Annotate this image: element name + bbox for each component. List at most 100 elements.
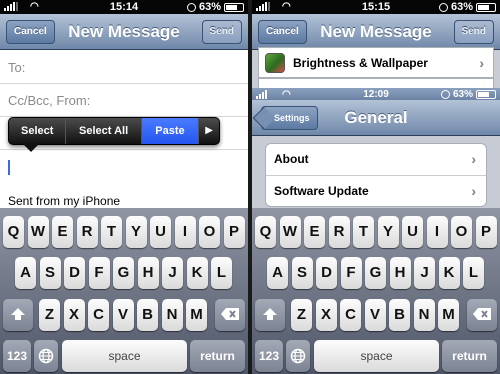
key-u[interactable]: U bbox=[150, 216, 171, 248]
battery-icon bbox=[224, 2, 244, 12]
key-j[interactable]: J bbox=[414, 257, 435, 289]
key-k[interactable]: K bbox=[186, 257, 208, 289]
key-a[interactable]: A bbox=[15, 257, 36, 289]
globe-icon bbox=[290, 348, 306, 367]
general-title: General bbox=[344, 108, 408, 127]
key-r[interactable]: R bbox=[328, 216, 350, 248]
delete-key[interactable] bbox=[215, 299, 245, 331]
brightness-wallpaper-icon bbox=[265, 52, 285, 73]
key-d[interactable]: D bbox=[64, 257, 85, 289]
key-j[interactable]: J bbox=[162, 257, 183, 289]
key-y[interactable]: Y bbox=[125, 216, 147, 248]
key-p[interactable]: P bbox=[223, 216, 245, 248]
keyboard: Q W E R T Y U I O P A S D F G H J K L Z X C V B N M 123 space return bbox=[252, 208, 500, 374]
key-d[interactable]: D bbox=[316, 257, 337, 289]
signature-text: Sent from my iPhone bbox=[8, 194, 121, 208]
compose-nav-bar: Cancel New Message Send bbox=[0, 14, 248, 50]
settings-row-software-update[interactable]: Software Update › bbox=[266, 176, 486, 206]
key-t[interactable]: T bbox=[353, 216, 374, 248]
key-i[interactable]: I bbox=[174, 216, 196, 248]
key-b[interactable]: B bbox=[389, 299, 410, 331]
key-o[interactable]: O bbox=[451, 216, 472, 248]
mail-compose-screen: ◠ 15:14 63% Cancel New Message Send To: … bbox=[0, 0, 248, 374]
key-w[interactable]: W bbox=[279, 216, 301, 248]
keyboard: Q W E R T Y U I O P A S D F G H J K L Z X C V B N M 123 space return bbox=[0, 208, 248, 374]
to-label: To: bbox=[8, 60, 26, 75]
key-u[interactable]: U bbox=[402, 216, 423, 248]
key-c[interactable]: C bbox=[88, 299, 109, 331]
shift-key[interactable] bbox=[3, 299, 33, 331]
key-e[interactable]: E bbox=[52, 216, 73, 248]
shift-key[interactable] bbox=[255, 299, 285, 331]
numbers-key[interactable]: 123 bbox=[255, 340, 283, 372]
key-x[interactable]: X bbox=[315, 299, 337, 331]
key-x[interactable]: X bbox=[63, 299, 85, 331]
numbers-key[interactable]: 123 bbox=[3, 340, 31, 372]
key-a[interactable]: A bbox=[267, 257, 288, 289]
key-n[interactable]: N bbox=[413, 299, 435, 331]
key-p[interactable]: P bbox=[475, 216, 497, 248]
more-arrow-icon[interactable]: ▶ bbox=[199, 118, 219, 144]
key-n[interactable]: N bbox=[161, 299, 183, 331]
to-field[interactable]: To: bbox=[0, 51, 248, 84]
rotation-lock-icon bbox=[186, 2, 196, 12]
inset-status-bar: ◠ 12:09 63% bbox=[252, 88, 500, 100]
key-t[interactable]: T bbox=[101, 216, 122, 248]
battery-percent: 63% bbox=[450, 1, 473, 13]
key-m[interactable]: M bbox=[186, 299, 207, 331]
key-f[interactable]: F bbox=[88, 257, 110, 289]
backspace-icon bbox=[220, 308, 240, 324]
key-b[interactable]: B bbox=[137, 299, 158, 331]
key-w[interactable]: W bbox=[27, 216, 49, 248]
key-z[interactable]: Z bbox=[39, 299, 60, 331]
key-s[interactable]: S bbox=[39, 257, 61, 289]
send-button[interactable]: Send bbox=[453, 20, 494, 44]
key-g[interactable]: G bbox=[365, 257, 386, 289]
key-l[interactable]: L bbox=[463, 257, 484, 289]
return-key[interactable]: return bbox=[442, 340, 497, 372]
globe-key[interactable] bbox=[286, 340, 310, 372]
key-q[interactable]: Q bbox=[255, 216, 276, 248]
cc-bcc-from-field[interactable]: Cc/Bcc, From: bbox=[0, 84, 248, 117]
space-key[interactable]: space bbox=[314, 340, 439, 372]
key-h[interactable]: H bbox=[137, 257, 159, 289]
key-v[interactable]: V bbox=[112, 299, 134, 331]
key-z[interactable]: Z bbox=[291, 299, 312, 331]
select-all-menu-item[interactable]: Select All bbox=[66, 118, 142, 144]
paste-menu-item[interactable]: Paste bbox=[141, 118, 200, 144]
select-menu-item[interactable]: Select bbox=[9, 118, 67, 144]
key-i[interactable]: I bbox=[426, 216, 448, 248]
settings-row-brightness-wallpaper[interactable]: Brightness & Wallpaper › bbox=[258, 47, 494, 78]
key-f[interactable]: F bbox=[340, 257, 362, 289]
key-y[interactable]: Y bbox=[377, 216, 399, 248]
settings-row-about[interactable]: About › bbox=[266, 144, 486, 176]
battery-percent: 63% bbox=[198, 1, 221, 13]
space-key[interactable]: space bbox=[62, 340, 187, 372]
rotation-lock-icon bbox=[438, 2, 448, 12]
key-c[interactable]: C bbox=[340, 299, 361, 331]
key-e[interactable]: E bbox=[304, 216, 325, 248]
key-h[interactable]: H bbox=[389, 257, 411, 289]
key-l[interactable]: L bbox=[211, 257, 232, 289]
key-r[interactable]: R bbox=[76, 216, 98, 248]
battery-icon bbox=[476, 2, 496, 12]
compose-with-settings-screen: ◠ 15:15 63% Cancel New Message Send Brig… bbox=[252, 0, 500, 374]
key-m[interactable]: M bbox=[438, 299, 459, 331]
return-key[interactable]: return bbox=[190, 340, 245, 372]
general-settings-group: About › Software Update › bbox=[265, 143, 487, 207]
key-v[interactable]: V bbox=[364, 299, 386, 331]
key-s[interactable]: S bbox=[291, 257, 313, 289]
key-k[interactable]: K bbox=[438, 257, 460, 289]
globe-key[interactable] bbox=[34, 340, 58, 372]
status-bar: ◠ 15:15 63% bbox=[252, 0, 500, 14]
cc-bcc-from-label: Cc/Bcc, From: bbox=[8, 93, 91, 108]
key-g[interactable]: G bbox=[113, 257, 134, 289]
delete-key[interactable] bbox=[467, 299, 497, 331]
chevron-right-icon: › bbox=[471, 151, 476, 167]
key-o[interactable]: O bbox=[199, 216, 220, 248]
compose-nav-bar: Cancel New Message Send bbox=[252, 14, 500, 50]
chevron-right-icon: › bbox=[479, 54, 484, 71]
callout-pointer bbox=[23, 144, 39, 152]
key-q[interactable]: Q bbox=[3, 216, 24, 248]
send-button[interactable]: Send bbox=[201, 20, 242, 44]
